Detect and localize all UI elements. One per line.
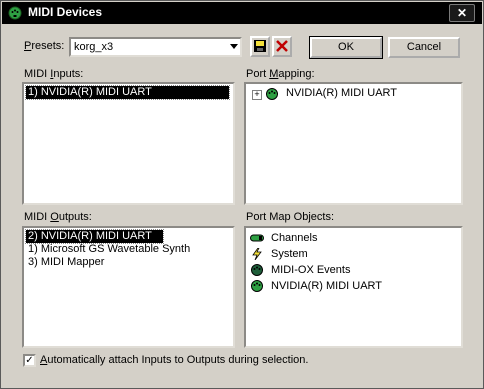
midi-devices-dialog: MIDI Devices ✕ Presets: korg_x3 OK Cance…: [0, 0, 484, 389]
midi-port-icon: [251, 280, 263, 292]
midi-outputs-label: MIDI Outputs:: [24, 211, 92, 223]
list-item[interactable]: 3) MIDI Mapper: [26, 256, 104, 269]
port-map-objects-list[interactable]: Channels System MIDI-OX Events NVIDIA(R)…: [244, 226, 463, 348]
window-title: MIDI Devices: [28, 5, 103, 19]
list-item[interactable]: 1) NVIDIA(R) MIDI UART: [25, 85, 230, 100]
midi-port-icon: [266, 88, 278, 100]
close-button[interactable]: ✕: [449, 4, 475, 22]
title-bar[interactable]: MIDI Devices ✕: [2, 2, 482, 24]
tree-node-label: NVIDIA(R) MIDI UART: [286, 87, 398, 99]
red-x-icon: [276, 40, 288, 52]
close-icon: ✕: [456, 6, 468, 20]
list-item[interactable]: 2) NVIDIA(R) MIDI UART: [25, 229, 164, 244]
auto-attach-checkbox[interactable]: ✓: [23, 354, 36, 367]
port-mapping-label: Port Mapping:: [246, 68, 315, 80]
auto-attach-label[interactable]: Automatically attach Inputs to Outputs d…: [40, 354, 308, 366]
presets-value: korg_x3: [74, 41, 114, 53]
midi-inputs-label: MIDI Inputs:: [24, 68, 84, 80]
delete-preset-button[interactable]: [272, 36, 292, 57]
list-item[interactable]: 1) Microsoft GS Wavetable Synth: [26, 243, 190, 256]
midi-inputs-list[interactable]: 1) NVIDIA(R) MIDI UART: [22, 82, 235, 205]
dialog-body: Presets: korg_x3 OK Cancel MIDI Inputs: …: [5, 27, 479, 382]
port-mapping-tree[interactable]: + NVIDIA(R) MIDI UART: [244, 82, 463, 205]
checkmark-icon: ✓: [25, 355, 34, 366]
floppy-disk-icon: [254, 40, 266, 52]
tree-node[interactable]: + NVIDIA(R) MIDI UART: [252, 87, 452, 101]
cancel-button[interactable]: Cancel: [388, 37, 460, 58]
save-preset-button[interactable]: [250, 36, 270, 57]
presets-label: Presets:: [24, 40, 65, 52]
ok-button[interactable]: OK: [309, 36, 383, 59]
port-map-objects-label: Port Map Objects:: [246, 211, 335, 223]
midi-ox-app-icon: [8, 6, 22, 20]
lightning-icon: [252, 248, 262, 260]
tree-expander[interactable]: +: [252, 90, 262, 100]
chevron-down-icon[interactable]: [230, 44, 238, 49]
channels-icon: [250, 234, 264, 242]
presets-combobox[interactable]: korg_x3: [69, 37, 242, 57]
midi-ox-events-icon: [251, 264, 263, 276]
midi-outputs-list[interactable]: 2) NVIDIA(R) MIDI UART 1) Microsoft GS W…: [22, 226, 235, 348]
